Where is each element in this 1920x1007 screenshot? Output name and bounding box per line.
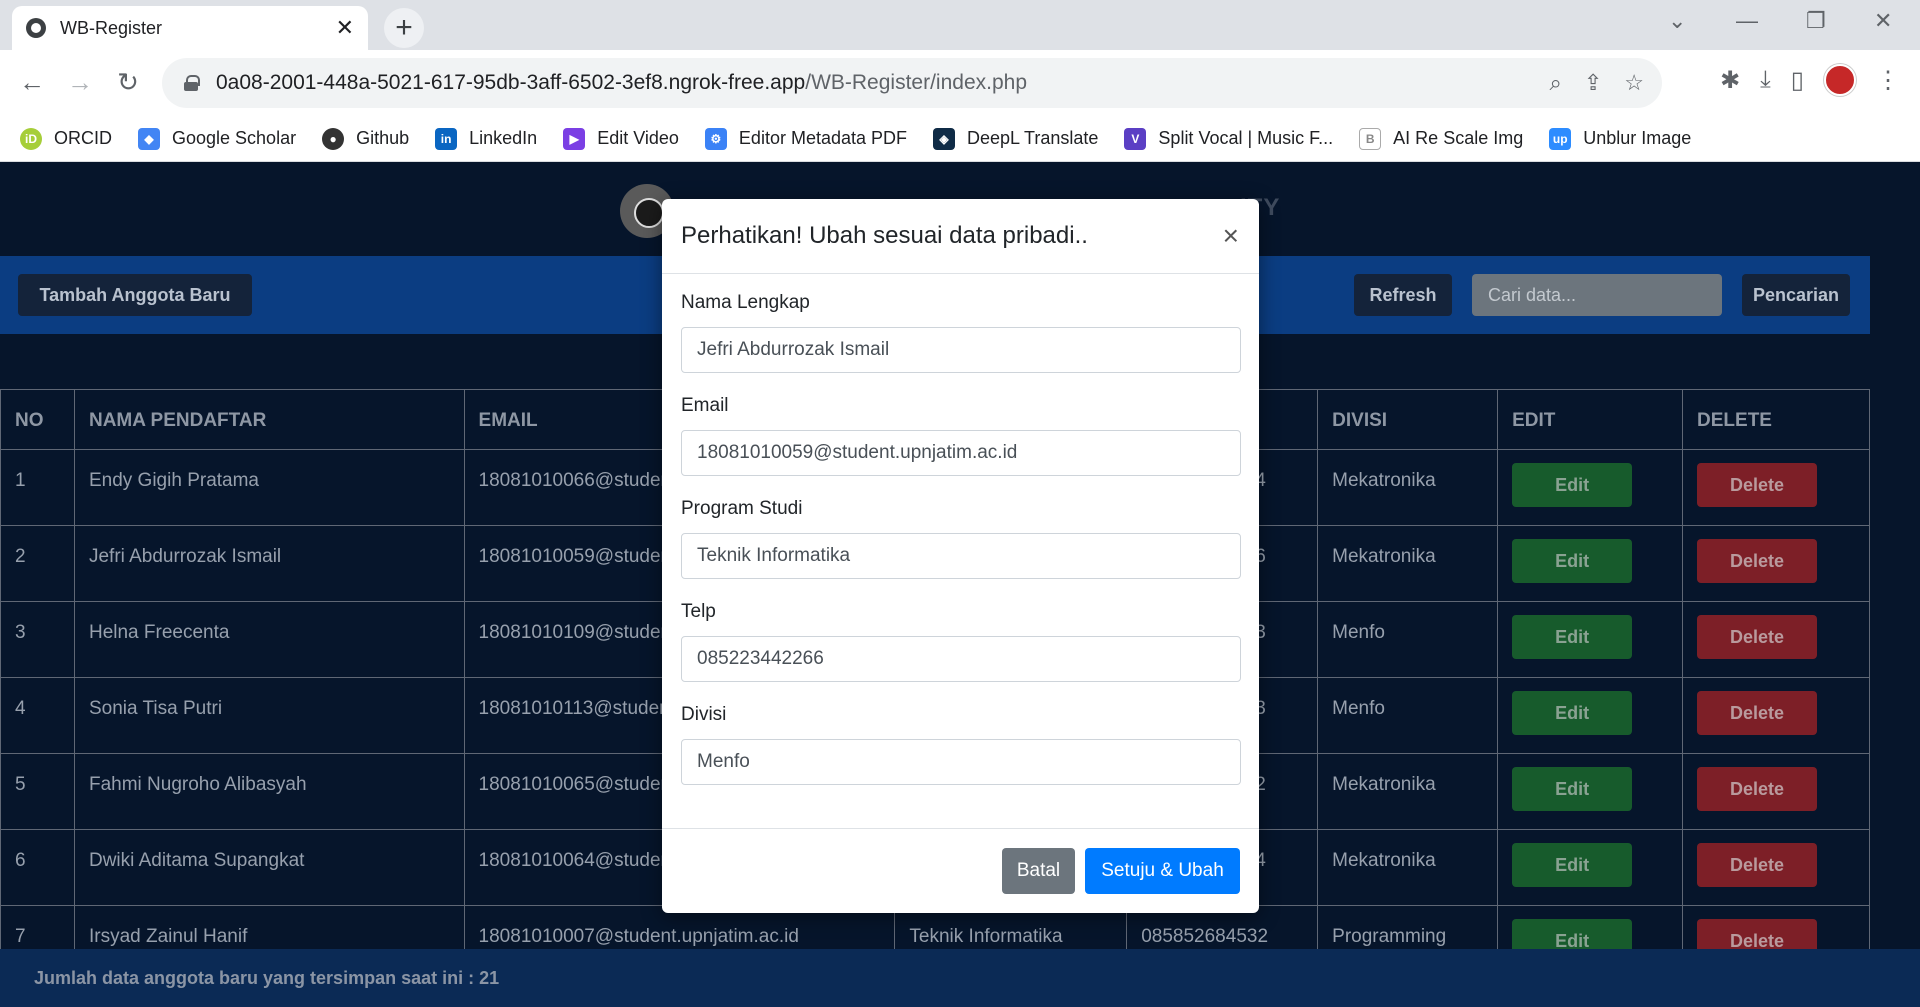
field-program-studi: Program Studi bbox=[681, 498, 1241, 579]
profile-avatar[interactable] bbox=[1824, 64, 1856, 96]
field-divisi: Divisi bbox=[681, 704, 1241, 785]
window-close-icon[interactable]: ✕ bbox=[1874, 8, 1892, 34]
address-bar[interactable]: 0a08-2001-448a-5021-617-95db-3aff-6502-3… bbox=[162, 58, 1662, 108]
download-icon[interactable]: ⤓ bbox=[1760, 66, 1771, 94]
modal-body: Nama Lengkap Email Program Studi Telp Di… bbox=[662, 274, 1259, 785]
delete-button[interactable]: Delete bbox=[1697, 539, 1818, 583]
up-logo-icon: up bbox=[1549, 127, 1572, 150]
restore-icon[interactable]: ❐ bbox=[1806, 8, 1826, 34]
back-arrow-icon[interactable]: ← bbox=[14, 64, 50, 100]
tab-close-icon[interactable]: ✕ bbox=[336, 15, 354, 41]
search-button[interactable]: Pencarian bbox=[1742, 274, 1850, 316]
bookmark-edit-video[interactable]: ▶ Edit Video bbox=[563, 127, 679, 150]
modal-footer: Batal Setuju & Ubah bbox=[662, 828, 1259, 913]
linkedin-icon: in bbox=[435, 127, 458, 150]
footer-count: Jumlah data anggota baru yang tersimpan … bbox=[0, 949, 1920, 1007]
bookmarks-bar: iD ORCID ◆ Google Scholar ● Github in Linked… bbox=[0, 116, 1920, 162]
extensions-puzzle-icon[interactable]: ✱ bbox=[1720, 66, 1740, 95]
bookmark-split-vocal[interactable]: V Split Vocal | Music F... bbox=[1124, 127, 1333, 150]
side-panel-icon[interactable]: ▯ bbox=[1791, 66, 1804, 95]
edit-button[interactable]: Edit bbox=[1512, 691, 1633, 735]
modal-title: Perhatikan! Ubah sesuai data pribadi.. bbox=[681, 222, 1088, 249]
bookmark-github[interactable]: ● Github bbox=[322, 127, 409, 150]
lock-icon bbox=[184, 75, 200, 91]
telp-input[interactable] bbox=[681, 636, 1241, 682]
extension-area: ✱ ⤓ ▯ ⋮ bbox=[1720, 64, 1900, 96]
field-email: Email bbox=[681, 395, 1241, 476]
share-icon[interactable]: ⇪ bbox=[1584, 70, 1602, 96]
browser-toolbar: ← → ↻ 0a08-2001-448a-5021-617-95db-3aff-… bbox=[0, 50, 1920, 116]
bookmark-ai-rescale[interactable]: B AI Re Scale Img bbox=[1359, 127, 1523, 150]
bookmark-editor-metadata-pdf[interactable]: ⚙ Editor Metadata PDF bbox=[704, 127, 907, 150]
b-logo-icon: B bbox=[1359, 127, 1382, 150]
forward-arrow-icon[interactable]: → bbox=[62, 64, 98, 100]
email-input[interactable] bbox=[681, 430, 1241, 476]
reload-icon[interactable]: ↻ bbox=[110, 64, 146, 100]
v-logo-icon: V bbox=[1124, 127, 1147, 150]
gear-cluster-icon: ⚙ bbox=[704, 127, 727, 150]
submit-button[interactable]: Setuju & Ubah bbox=[1085, 848, 1240, 894]
bookmark-unblur-image[interactable]: up Unblur Image bbox=[1549, 127, 1691, 150]
tab-title: WB-Register bbox=[60, 17, 163, 38]
delete-button[interactable]: Delete bbox=[1697, 767, 1818, 811]
col-edit: EDIT bbox=[1497, 389, 1684, 450]
tab-search-chevron-icon[interactable]: ⌄ bbox=[1668, 8, 1686, 34]
bookmark-google-scholar[interactable]: ◆ Google Scholar bbox=[138, 127, 296, 150]
divisi-input[interactable] bbox=[681, 739, 1241, 785]
add-member-button[interactable]: Tambah Anggota Baru bbox=[18, 274, 252, 316]
col-divisi: DIVISI bbox=[1317, 389, 1499, 450]
edit-button[interactable]: Edit bbox=[1512, 463, 1633, 507]
field-label: Telp bbox=[681, 601, 716, 622]
edit-member-modal: Perhatikan! Ubah sesuai data pribadi.. ×… bbox=[662, 199, 1259, 913]
orcid-icon: iD bbox=[20, 127, 42, 150]
field-telp: Telp bbox=[681, 601, 1241, 682]
modal-close-icon[interactable]: × bbox=[1223, 222, 1239, 250]
edit-button[interactable]: Edit bbox=[1512, 843, 1633, 887]
field-nama-lengkap: Nama Lengkap bbox=[681, 292, 1241, 373]
field-label: Nama Lengkap bbox=[681, 292, 810, 313]
edit-button[interactable]: Edit bbox=[1512, 539, 1633, 583]
new-tab-button[interactable]: + bbox=[384, 8, 424, 48]
cancel-button[interactable]: Batal bbox=[1002, 848, 1075, 894]
field-label: Program Studi bbox=[681, 498, 803, 519]
delete-button[interactable]: Delete bbox=[1697, 615, 1818, 659]
menu-kebab-icon[interactable]: ⋮ bbox=[1876, 66, 1900, 95]
bookmark-star-icon[interactable]: ☆ bbox=[1624, 70, 1644, 96]
col-nama: NAMA PENDAFTAR bbox=[73, 389, 465, 450]
field-label: Email bbox=[681, 395, 729, 416]
nama-lengkap-input[interactable] bbox=[681, 327, 1241, 373]
clapper-icon: ▶ bbox=[563, 127, 586, 150]
github-icon: ● bbox=[322, 127, 345, 150]
col-delete: DELETE bbox=[1682, 389, 1870, 450]
refresh-button[interactable]: Refresh bbox=[1354, 274, 1452, 316]
browser-tab-strip: WB-Register ✕ + ⌄ — ❐ ✕ bbox=[0, 0, 1920, 50]
bookmark-deepl[interactable]: ◈ DeepL Translate bbox=[933, 127, 1098, 150]
modal-header: Perhatikan! Ubah sesuai data pribadi.. × bbox=[662, 199, 1259, 274]
site-favicon-icon bbox=[26, 18, 46, 38]
scholar-icon: ◆ bbox=[138, 127, 160, 150]
edit-button[interactable]: Edit bbox=[1512, 615, 1633, 659]
zoom-icon[interactable]: ⌕ bbox=[1550, 70, 1562, 96]
bookmark-linkedin[interactable]: in LinkedIn bbox=[435, 127, 537, 150]
delete-button[interactable]: Delete bbox=[1697, 691, 1818, 735]
url-text: 0a08-2001-448a-5021-617-95db-3aff-6502-3… bbox=[216, 71, 1027, 94]
delete-button[interactable]: Delete bbox=[1697, 463, 1818, 507]
field-label: Divisi bbox=[681, 704, 727, 725]
minimize-icon[interactable]: — bbox=[1736, 8, 1758, 34]
delete-button[interactable]: Delete bbox=[1697, 843, 1818, 887]
edit-button[interactable]: Edit bbox=[1512, 767, 1633, 811]
deepl-icon: ◈ bbox=[933, 127, 955, 150]
bookmark-orcid[interactable]: iD ORCID bbox=[20, 127, 112, 150]
browser-tab[interactable]: WB-Register ✕ bbox=[12, 6, 368, 50]
search-input[interactable]: Cari data... bbox=[1472, 274, 1722, 316]
col-no: NO bbox=[0, 389, 75, 450]
program-studi-input[interactable] bbox=[681, 533, 1241, 579]
